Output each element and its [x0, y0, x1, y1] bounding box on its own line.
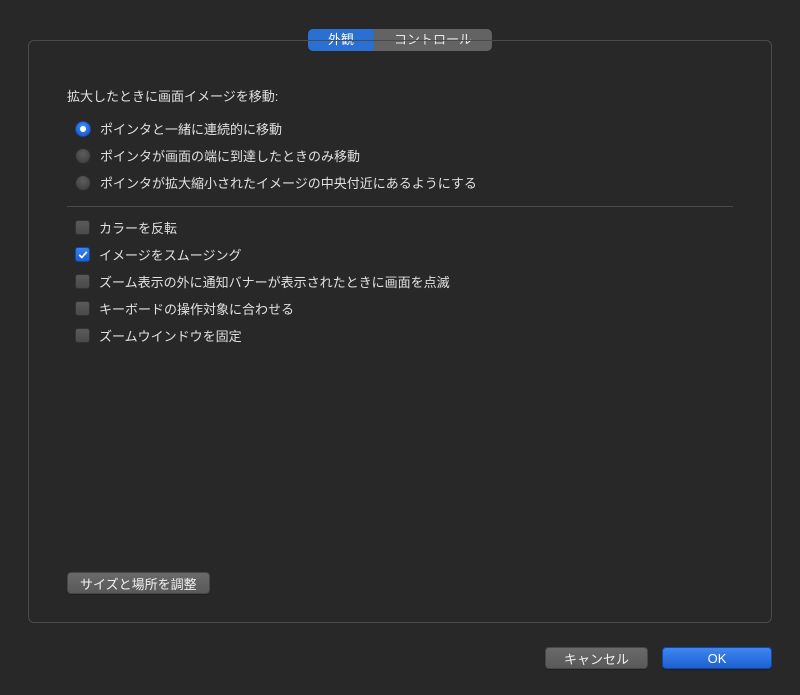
radio-center-label: ポインタが拡大縮小されたイメージの中央付近にあるようにする — [100, 173, 477, 192]
ok-button[interactable]: OK — [662, 647, 772, 669]
cancel-button[interactable]: キャンセル — [545, 647, 648, 669]
radio-edge-label: ポインタが画面の端に到達したときのみ移動 — [100, 146, 360, 165]
check-invert-row[interactable]: カラーを反転 — [75, 218, 733, 237]
radio-edge[interactable] — [75, 148, 91, 164]
check-invert-colors[interactable] — [75, 220, 90, 235]
radio-continuous-row[interactable]: ポインタと一緒に連続的に移動 — [75, 119, 733, 138]
check-invert-label: カラーを反転 — [99, 218, 177, 237]
check-lock-row[interactable]: ズームウインドウを固定 — [75, 326, 733, 345]
check-smooth-label: イメージをスムージング — [99, 245, 241, 264]
check-lock-label: ズームウインドウを固定 — [99, 326, 242, 345]
check-flash-label: ズーム表示の外に通知バナーが表示されたときに画面を点滅 — [99, 272, 450, 291]
options-checkbox-group: カラーを反転 イメージをスムージング ズーム表示の外に通知バナーが表示されたとき… — [67, 218, 733, 345]
move-image-radiogroup: ポインタと一緒に連続的に移動 ポインタが画面の端に到達したときのみ移動 ポインタ… — [67, 119, 733, 192]
appearance-panel: 拡大したときに画面イメージを移動: ポインタと一緒に連続的に移動 ポインタが画面… — [28, 40, 772, 623]
check-flash-row[interactable]: ズーム表示の外に通知バナーが表示されたときに画面を点滅 — [75, 272, 733, 291]
check-keyboard-row[interactable]: キーボードの操作対象に合わせる — [75, 299, 733, 318]
check-smooth-images[interactable] — [75, 247, 90, 262]
radio-edge-row[interactable]: ポインタが画面の端に到達したときのみ移動 — [75, 146, 733, 165]
move-image-heading: 拡大したときに画面イメージを移動: — [67, 86, 733, 105]
radio-center-row[interactable]: ポインタが拡大縮小されたイメージの中央付近にあるようにする — [75, 173, 733, 192]
divider — [67, 206, 733, 207]
check-follow-keyboard[interactable] — [75, 301, 90, 316]
dialog-footer: キャンセル OK — [545, 647, 772, 669]
zoom-options-dialog: 外観 コントロール 拡大したときに画面イメージを移動: ポインタと一緒に連続的に… — [0, 0, 800, 695]
check-flash-notifications[interactable] — [75, 274, 90, 289]
radio-continuous[interactable] — [75, 121, 91, 137]
radio-center[interactable] — [75, 175, 91, 191]
radio-continuous-label: ポインタと一緒に連続的に移動 — [100, 119, 282, 138]
check-smooth-row[interactable]: イメージをスムージング — [75, 245, 733, 264]
check-lock-zoom-window[interactable] — [75, 328, 90, 343]
checkmark-icon — [78, 250, 88, 260]
check-keyboard-label: キーボードの操作対象に合わせる — [99, 299, 294, 318]
adjust-size-location-button[interactable]: サイズと場所を調整 — [67, 572, 210, 594]
